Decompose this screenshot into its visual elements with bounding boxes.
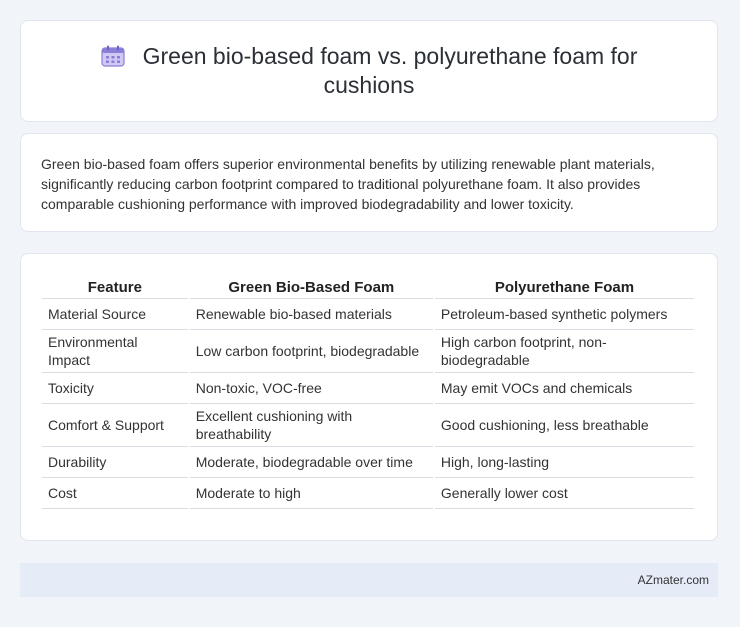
- table-cell: Toxicity: [42, 373, 188, 404]
- table-cell: High carbon footprint, non-biodegradable: [434, 330, 694, 373]
- table-cell: High, long-lasting: [434, 447, 694, 478]
- comparison-table: Feature Green Bio-Based Foam Polyurethan…: [40, 275, 696, 509]
- table-cell: Good cushioning, less breathable: [434, 404, 694, 447]
- table-cell: Moderate, biodegradable over time: [189, 447, 433, 478]
- table-cell: Environmental Impact: [42, 330, 188, 373]
- table-cell: Low carbon footprint, biodegradable: [189, 330, 433, 373]
- table-row: Comfort & Support Excellent cushioning w…: [42, 404, 694, 447]
- table-cell: May emit VOCs and chemicals: [434, 373, 694, 404]
- table-row: Durability Moderate, biodegradable over …: [42, 447, 694, 478]
- calendar-icon: [101, 45, 125, 67]
- table-header-row: Feature Green Bio-Based Foam Polyurethan…: [42, 275, 694, 299]
- page-title: Green bio-based foam vs. polyurethane fo…: [69, 42, 669, 100]
- table-cell: Cost: [42, 478, 188, 509]
- intro-paragraph: Green bio-based foam offers superior env…: [41, 156, 655, 212]
- title-text: Green bio-based foam vs. polyurethane fo…: [142, 43, 638, 98]
- intro-card: Green bio-based foam offers superior env…: [20, 133, 718, 232]
- table-cell: Comfort & Support: [42, 404, 188, 447]
- source-link[interactable]: AZmater.com: [638, 573, 709, 587]
- table-row: Cost Moderate to high Generally lower co…: [42, 478, 694, 509]
- table-row: Material Source Renewable bio-based mate…: [42, 299, 694, 330]
- table-cell: Non-toxic, VOC-free: [189, 373, 433, 404]
- comparison-table-card: Feature Green Bio-Based Foam Polyurethan…: [20, 253, 718, 541]
- table-cell: Renewable bio-based materials: [189, 299, 433, 330]
- table-cell: Moderate to high: [189, 478, 433, 509]
- table-cell: Generally lower cost: [434, 478, 694, 509]
- table-cell: Excellent cushioning with breathability: [189, 404, 433, 447]
- table-cell: Petroleum-based synthetic polymers: [434, 299, 694, 330]
- table-row: Environmental Impact Low carbon footprin…: [42, 330, 694, 373]
- table-cell: Material Source: [42, 299, 188, 330]
- table-row: Toxicity Non-toxic, VOC-free May emit VO…: [42, 373, 694, 404]
- table-cell: Durability: [42, 447, 188, 478]
- column-header: Polyurethane Foam: [434, 275, 694, 299]
- footer: AZmater.com: [20, 563, 718, 597]
- column-header: Green Bio-Based Foam: [189, 275, 433, 299]
- title-card: Green bio-based foam vs. polyurethane fo…: [20, 20, 718, 122]
- column-header: Feature: [42, 275, 188, 299]
